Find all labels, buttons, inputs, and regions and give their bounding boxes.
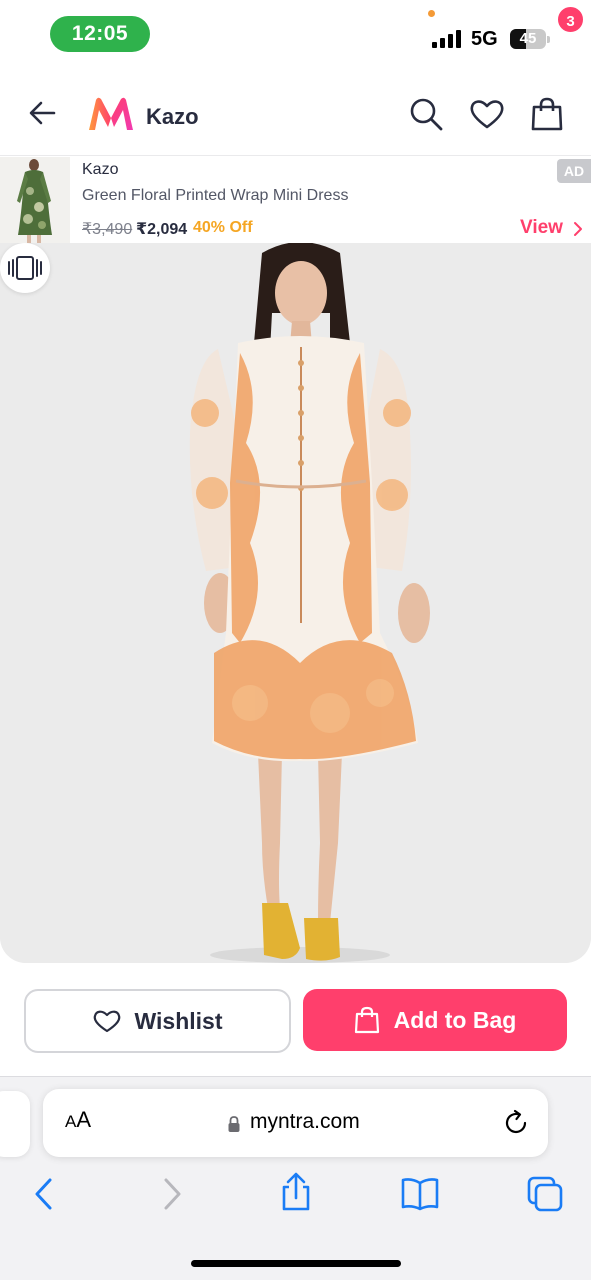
ad-view-link[interactable]: View: [520, 217, 563, 239]
bag-icon[interactable]: [529, 96, 565, 132]
chevron-right-icon: [574, 222, 582, 236]
product-image[interactable]: [0, 243, 591, 963]
ad-mrp: ₹3,490: [82, 221, 133, 238]
browser-back-icon[interactable]: [24, 1174, 64, 1214]
tabs-icon[interactable]: [525, 1174, 565, 1214]
bag-icon: [354, 1006, 379, 1034]
text-size-small: A: [65, 1112, 77, 1131]
home-indicator[interactable]: [191, 1260, 401, 1267]
app-header: Kazo: [0, 80, 591, 156]
ad-discount: 40% Off: [193, 219, 253, 236]
cart-count-badge: 3: [556, 5, 585, 34]
browser-forward-icon[interactable]: [152, 1174, 192, 1214]
address-bar[interactable]: AA myntra.com: [43, 1089, 548, 1157]
lock-icon: [228, 1116, 240, 1132]
wishlist-label: Wishlist: [134, 1007, 223, 1034]
network-type: 5G: [471, 28, 498, 50]
sponsored-product-banner[interactable]: Kazo Green Floral Printed Wrap Mini Dres…: [0, 157, 591, 243]
product-photo: [0, 243, 591, 963]
ad-product-thumbnail[interactable]: [0, 157, 70, 243]
heart-icon: [93, 1010, 120, 1033]
status-time: 12:05: [50, 16, 150, 52]
back-arrow-icon[interactable]: [24, 94, 62, 132]
view-similar-icon[interactable]: [0, 243, 50, 293]
brand-name: Kazo: [146, 104, 199, 129]
signal-icon: [432, 30, 461, 48]
battery-icon: 45: [510, 29, 550, 49]
myntra-logo[interactable]: [86, 96, 136, 132]
heart-icon[interactable]: [469, 96, 505, 132]
text-size-large: A: [76, 1107, 92, 1132]
text-size-button[interactable]: AA: [65, 1107, 91, 1133]
wishlist-button[interactable]: Wishlist: [24, 989, 291, 1053]
ad-badge: AD: [557, 159, 591, 183]
bookmarks-icon[interactable]: [400, 1174, 440, 1214]
url-text[interactable]: myntra.com: [250, 1110, 360, 1134]
ad-product-title: Green Floral Printed Wrap Mini Dress: [82, 187, 349, 204]
add-to-bag-button[interactable]: Add to Bag: [303, 989, 567, 1051]
reload-icon[interactable]: [501, 1108, 531, 1138]
privacy-indicator: [428, 10, 435, 17]
share-icon[interactable]: [276, 1172, 316, 1212]
battery-level: 45: [519, 30, 537, 47]
search-icon[interactable]: [408, 96, 444, 132]
previous-tab-card[interactable]: [0, 1091, 30, 1157]
status-bar: 12:05 5G 45: [0, 0, 591, 70]
ad-price: ₹2,094: [136, 221, 188, 238]
ad-brand: Kazo: [82, 161, 119, 178]
add-to-bag-label: Add to Bag: [393, 1006, 517, 1033]
